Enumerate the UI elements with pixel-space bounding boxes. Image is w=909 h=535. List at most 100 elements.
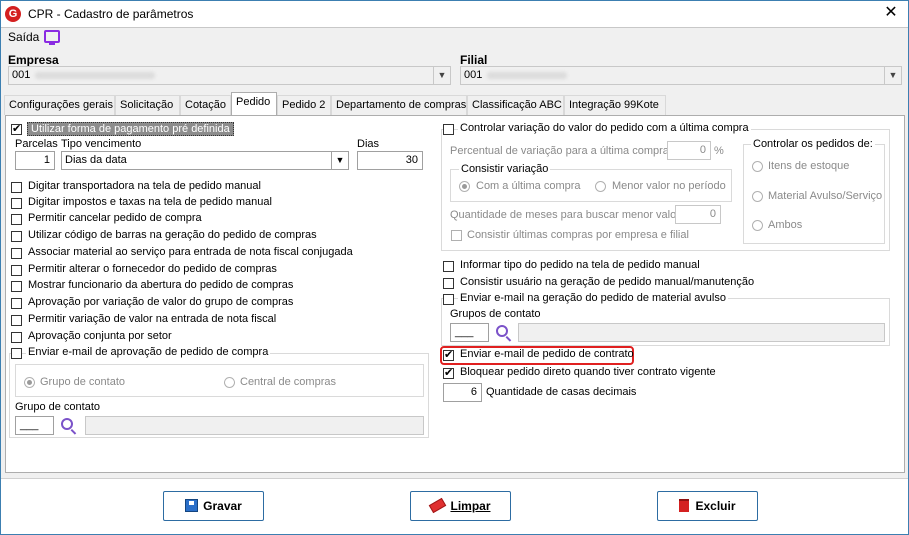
tab-departamento-compras[interactable]: Departamento de compras	[331, 95, 467, 115]
eraser-icon	[429, 497, 447, 514]
option-label: Digitar transportadora na tela de pedido…	[28, 180, 261, 192]
qtd-meses-label: Quantidade de meses para buscar menor va…	[450, 209, 680, 221]
tab-cotacao[interactable]: Cotação	[180, 95, 231, 115]
chevron-down-icon[interactable]: ▼	[331, 152, 348, 169]
filial-value: 001	[464, 69, 483, 81]
enviar-contrato-label: Enviar e-mail de pedido de contrato	[460, 348, 634, 360]
informar-tipo-checkbox[interactable]	[443, 261, 454, 272]
controlar-variacao-checkbox[interactable]	[443, 124, 454, 135]
limpar-button[interactable]: Limpar	[410, 491, 511, 521]
tab-pedido-2[interactable]: Pedido 2	[277, 95, 331, 115]
option-label: Permitir alterar o fornecedor do pedido …	[28, 263, 277, 275]
radio-ambos[interactable]	[752, 220, 763, 231]
excluir-label: Excluir	[695, 499, 736, 513]
dias-input[interactable]: 30	[357, 151, 423, 170]
grupos-contato-label: Grupos de contato	[450, 308, 541, 320]
radio-material-avulso[interactable]	[752, 191, 763, 202]
grupo-contato-input[interactable]: ___	[15, 416, 54, 435]
option-checkbox[interactable]	[11, 265, 22, 276]
tab-pedido[interactable]: Pedido	[231, 92, 277, 115]
option-checkbox[interactable]	[11, 298, 22, 309]
informar-tipo-label: Informar tipo do pedido na tela de pedid…	[460, 259, 700, 271]
option-label: Utilizar código de barras na geração do …	[28, 229, 317, 241]
radio-grupo-contato-label: Grupo de contato	[40, 376, 126, 388]
excluir-button[interactable]: Excluir	[657, 491, 758, 521]
casas-decimais-input[interactable]: 6	[443, 383, 482, 402]
grupos-contato-input[interactable]: ___	[450, 323, 489, 342]
menu-saida[interactable]: Saída	[8, 30, 39, 44]
bloquear-pedido-label: Bloquear pedido direto quando tiver cont…	[460, 366, 716, 378]
radio-menor-valor[interactable]	[595, 181, 606, 192]
option-label: Enviar e-mail de aprovação de pedido de …	[26, 346, 271, 358]
enviar-contrato-checkbox[interactable]	[443, 348, 454, 361]
option-checkbox[interactable]	[11, 248, 22, 259]
option-checkbox[interactable]	[11, 348, 22, 359]
search-icon[interactable]	[496, 325, 508, 337]
radio-ultima-compra[interactable]	[459, 181, 470, 192]
close-icon[interactable]: ✕	[880, 3, 902, 23]
app-logo-icon: G	[5, 6, 21, 22]
casas-decimais-label: Quantidade de casas decimais	[486, 386, 637, 398]
monitor-icon[interactable]	[44, 30, 60, 45]
option-label: Aprovação por variação de valor do grupo…	[28, 296, 294, 308]
option-label: Aprovação conjunta por setor	[28, 330, 172, 342]
radio-itens-estoque[interactable]	[752, 161, 763, 172]
parcelas-input[interactable]: 1	[15, 151, 55, 170]
option-checkbox[interactable]	[11, 315, 22, 326]
qtd-meses-input[interactable]: 0	[675, 205, 721, 224]
utilizar-forma-label: Utilizar forma de pagamento pré definida	[27, 122, 234, 136]
radio-menor-valor-label: Menor valor no período	[612, 180, 726, 192]
tab-solicitacao[interactable]: Solicitação	[115, 95, 180, 115]
option-label: Permitir variação de valor na entrada de…	[28, 313, 277, 325]
empresa-label: Empresa	[8, 53, 59, 67]
grupos-contato-desc	[518, 323, 885, 342]
option-checkbox[interactable]	[11, 281, 22, 292]
grupo-contato-desc	[85, 416, 424, 435]
radio-grupo-contato[interactable]	[24, 377, 35, 388]
option-checkbox[interactable]	[11, 332, 22, 343]
gravar-label: Gravar	[203, 499, 242, 513]
enviar-avulso-checkbox[interactable]	[443, 294, 454, 305]
redacted-text	[487, 72, 567, 79]
redacted-text	[35, 72, 155, 79]
tab-configuracoes-gerais[interactable]: Configurações gerais	[4, 95, 115, 115]
tipo-vencimento-select[interactable]: Dias da data ▼	[61, 151, 349, 170]
consistir-ultimas-checkbox[interactable]	[451, 230, 462, 241]
option-checkbox[interactable]	[11, 182, 22, 193]
search-icon[interactable]	[61, 418, 73, 430]
chevron-down-icon[interactable]: ▼	[433, 67, 450, 84]
tab-integracao-99kote[interactable]: Integração 99Kote	[564, 95, 666, 115]
consistir-variacao-label: Consistir variação	[459, 163, 551, 175]
controlar-variacao-label: Controlar variação do valor do pedido co…	[458, 122, 751, 134]
consistir-usuario-checkbox[interactable]	[443, 278, 454, 289]
filial-label: Filial	[460, 53, 488, 67]
chevron-down-icon[interactable]: ▼	[884, 67, 901, 84]
save-icon	[185, 499, 199, 512]
radio-central-compras[interactable]	[224, 377, 235, 388]
utilizar-forma-checkbox[interactable]	[11, 122, 22, 135]
option-checkbox[interactable]	[11, 231, 22, 242]
tab-classificacao-abc[interactable]: Classificação ABC	[467, 95, 564, 115]
tipo-vencimento-value: Dias da data	[65, 154, 127, 166]
dias-label: Dias	[357, 138, 380, 150]
controlar-pedidos-label: Controlar os pedidos de:	[751, 138, 875, 150]
percent-sign: %	[714, 145, 724, 157]
percentual-input[interactable]: 0	[667, 141, 711, 160]
gravar-button[interactable]: Gravar	[163, 491, 264, 521]
radio-ultima-compra-label: Com a última compra	[476, 180, 581, 192]
consistir-ultimas-label: Consistir últimas compras por empresa e …	[467, 229, 689, 241]
consistir-usuario-label: Consistir usuário na geração de pedido m…	[460, 276, 755, 288]
radio-central-compras-label: Central de compras	[240, 376, 336, 388]
enviar-avulso-label: Enviar e-mail na geração do pedido de ma…	[458, 292, 728, 304]
option-checkbox[interactable]	[11, 214, 22, 225]
radio-itens-estoque-label: Itens de estoque	[768, 160, 850, 172]
option-label: Digitar impostos e taxas na tela de pedi…	[28, 196, 272, 208]
option-checkbox[interactable]	[11, 198, 22, 209]
empresa-combo[interactable]: 001 ▼	[8, 66, 451, 85]
parcelas-label: Parcelas	[15, 138, 58, 150]
bloquear-pedido-checkbox[interactable]	[443, 366, 454, 379]
tipo-vencimento-label: Tipo vencimento	[61, 138, 142, 150]
option-label: Associar material ao serviço para entrad…	[28, 246, 353, 258]
radio-ambos-label: Ambos	[768, 219, 803, 231]
filial-combo[interactable]: 001 ▼	[460, 66, 902, 85]
